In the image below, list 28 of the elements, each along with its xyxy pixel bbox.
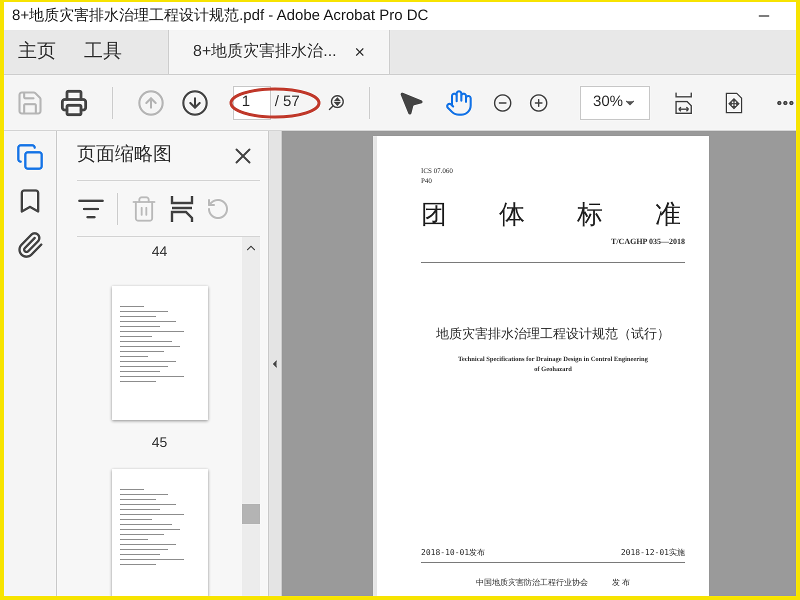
pages-icon[interactable]	[16, 143, 44, 171]
insert-page-icon[interactable]	[170, 194, 194, 224]
standard-number: T/CAGHP 035—2018	[610, 236, 685, 248]
scrollbar-thumb[interactable]	[242, 504, 260, 524]
heading-character: 标	[577, 200, 603, 230]
publish-label: 发 布	[612, 576, 630, 588]
page-label: 44	[152, 242, 168, 261]
effective-date: 2018-12-01实施	[620, 546, 685, 558]
scrollbar[interactable]	[242, 237, 260, 596]
nav-tab[interactable]: 工具	[70, 30, 136, 74]
document-tab[interactable]: 8+地质灾害排水治... ×	[168, 30, 390, 74]
page-thumbnail[interactable]	[112, 286, 208, 420]
tab-title: 8+地质灾害排水治...	[193, 42, 337, 62]
panel-title: 页面缩略图	[77, 143, 172, 168]
tab-close-button[interactable]: ×	[354, 38, 365, 66]
heading-character: 团	[421, 200, 447, 230]
heading-character: 体	[499, 200, 525, 230]
publisher: 中国地质灾害防治工程行业协会	[476, 576, 588, 588]
heading-character: 准	[655, 200, 681, 230]
page-count: / 57	[274, 92, 301, 112]
zoom-dropdown[interactable]: 30%	[580, 86, 650, 120]
page-thumbnail[interactable]	[112, 469, 208, 596]
page-label: 45	[152, 433, 168, 452]
issue-date: 2018-10-01发布	[421, 546, 486, 558]
paperclip-icon[interactable]	[16, 231, 44, 259]
document-title: 地质灾害排水治理工程设计规范（试行）	[436, 326, 670, 344]
nav-tab[interactable]: 主页	[4, 30, 70, 74]
window-title: 8+地质灾害排水治理工程设计规范.pdf - Adobe Acrobat Pro DC	[12, 6, 428, 26]
